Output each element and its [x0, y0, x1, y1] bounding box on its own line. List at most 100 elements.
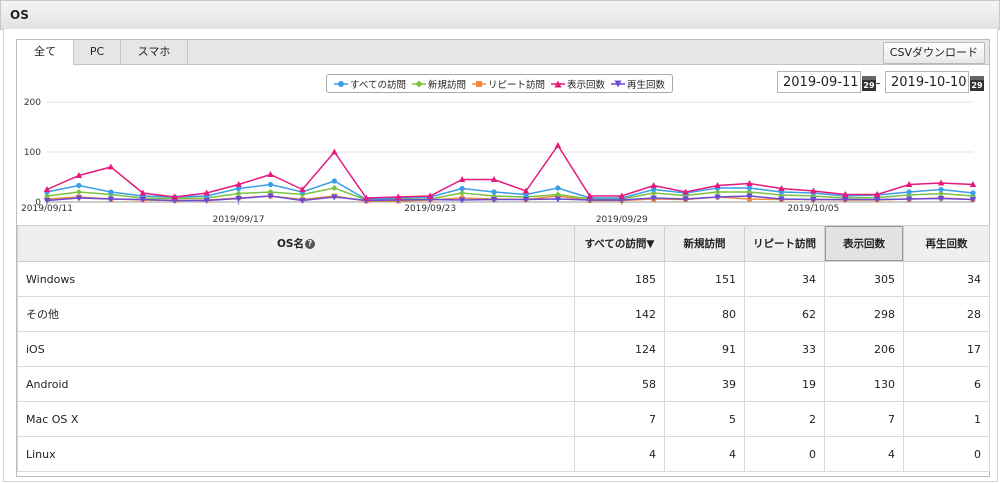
table-row: Mac OS X 7 5 2 7 1 [17, 401, 990, 437]
repeat-visits-cell: 34 [744, 261, 825, 297]
line-chart: 01002002019/09/112019/09/172019/09/23201… [21, 98, 977, 224]
data-point [746, 185, 753, 191]
x-tick-label: 2019/09/11 [21, 204, 73, 214]
table-row: Linux 4 4 0 4 0 [17, 436, 990, 472]
header-new-visits[interactable]: 新規訪問 [664, 225, 745, 262]
data-point [650, 182, 657, 188]
series-line [46, 144, 974, 199]
help-icon[interactable]: ? [305, 239, 315, 249]
data-point [76, 182, 82, 189]
legend-item-views[interactable]: 表示回数 [551, 77, 605, 91]
x-tick-label: 2019/09/29 [596, 215, 648, 224]
data-point [459, 185, 465, 192]
end-date-input[interactable]: 2019-10-10 [885, 71, 969, 93]
repeat-visits-cell: 62 [744, 296, 825, 332]
data-point [267, 171, 274, 177]
os-table: OS名? すべての訪問▼ 新規訪問 リピート訪問 表示回数 再生回数 Windo… [17, 225, 990, 472]
views-cell: 130 [824, 366, 904, 402]
plays-cell: 17 [903, 331, 990, 367]
plays-cell: 0 [903, 436, 990, 472]
views-cell: 298 [824, 296, 904, 332]
all-visits-cell: 7 [574, 401, 665, 437]
os-name-cell: iOS [17, 331, 575, 367]
os-name-cell: その他 [17, 296, 575, 332]
views-cell: 206 [824, 331, 904, 367]
legend-label: 新規訪問 [427, 79, 466, 91]
plays-cell: 6 [903, 366, 990, 402]
header-repeat-visits[interactable]: リピート訪問 [744, 225, 825, 262]
legend-label: 再生回数 [627, 79, 666, 91]
data-point [267, 181, 274, 188]
all-visits-cell: 185 [574, 261, 665, 297]
os-name-cell: Windows [17, 261, 575, 297]
all-visits-cell: 4 [574, 436, 665, 472]
repeat-visits-cell: 33 [744, 331, 825, 367]
tab-bar: 全て PC スマホ CSVダウンロード [17, 40, 989, 65]
all-visits-cell: 58 [574, 366, 665, 402]
x-tick-label: 2019/09/23 [404, 204, 456, 214]
new-visits-cell: 91 [664, 331, 745, 367]
date-separator: - [876, 76, 881, 90]
views-cell: 305 [824, 261, 904, 297]
data-point [554, 142, 562, 148]
all-visits-cell: 124 [574, 331, 665, 367]
table-header-row: OS名? すべての訪問▼ 新規訪問 リピート訪問 表示回数 再生回数 [17, 225, 990, 262]
views-cell: 4 [824, 436, 904, 472]
data-point [938, 186, 944, 193]
legend-item-new-visits[interactable]: 新規訪問 [411, 77, 466, 91]
header-os-name[interactable]: OS名? [17, 225, 575, 262]
plays-cell: 28 [903, 296, 990, 332]
plays-cell: 1 [903, 401, 990, 437]
legend-label: すべての訪問 [350, 79, 406, 91]
new-visits-cell: 4 [664, 436, 745, 472]
plays-cell: 34 [903, 261, 990, 297]
data-point [906, 189, 912, 195]
x-tick-label: 2019/10/05 [787, 204, 839, 214]
views-cell: 7 [824, 401, 904, 437]
data-point [491, 189, 497, 195]
legend-label: リピート訪問 [487, 79, 545, 91]
legend-item-repeat-visits[interactable]: リピート訪問 [471, 77, 545, 91]
tab-all[interactable]: 全て [17, 40, 74, 65]
start-date-input[interactable]: 2019-09-11 [777, 71, 861, 93]
new-visits-cell: 39 [664, 366, 745, 402]
all-visits-cell: 142 [574, 296, 665, 332]
table-row: その他 142 80 62 298 28 [17, 296, 990, 332]
data-point [107, 163, 115, 170]
y-tick-label: 100 [24, 148, 41, 158]
new-visits-cell: 80 [664, 296, 745, 332]
repeat-visits-cell: 19 [744, 366, 825, 402]
os-name-cell: Linux [17, 436, 575, 472]
y-tick-label: 200 [24, 98, 41, 108]
new-visits-cell: 5 [664, 401, 745, 437]
header-all-visits[interactable]: すべての訪問▼ [574, 225, 665, 262]
calendar-icon[interactable]: 29 [862, 76, 876, 91]
data-point [331, 178, 337, 184]
csv-download-button[interactable]: CSVダウンロード [882, 42, 985, 64]
calendar-icon[interactable]: 29 [970, 76, 984, 91]
tab-pc[interactable]: PC [74, 40, 121, 64]
report-container: 全て PC スマホ CSVダウンロード すべての訪問 新規訪問 リピート訪問 表… [16, 39, 990, 477]
table-row: iOS 124 91 33 206 17 [17, 331, 990, 367]
os-name-cell: Mac OS X [17, 401, 575, 437]
table-row: Android 58 39 19 130 6 [17, 366, 990, 402]
new-visits-cell: 151 [664, 261, 745, 297]
repeat-visits-cell: 0 [744, 436, 825, 472]
table-row: Windows 185 151 34 305 34 [17, 261, 990, 297]
panel-body: 全て PC スマホ CSVダウンロード すべての訪問 新規訪問 リピート訪問 表… [3, 29, 998, 482]
data-point [555, 185, 561, 191]
header-views[interactable]: 表示回数 [824, 225, 904, 262]
legend-label: 表示回数 [567, 79, 606, 91]
legend-item-all-visits[interactable]: すべての訪問 [334, 77, 406, 91]
panel-title: OS [10, 8, 29, 22]
tab-smartphone[interactable]: スマホ [121, 40, 188, 64]
data-point [108, 189, 114, 195]
data-point [970, 190, 976, 196]
chart-legend: すべての訪問 新規訪問 リピート訪問 表示回数 再生回数 [326, 74, 674, 93]
legend-item-plays[interactable]: 再生回数 [611, 77, 665, 91]
header-plays[interactable]: 再生回数 [903, 225, 990, 262]
panel-header: OS [0, 0, 1000, 30]
data-point [331, 185, 338, 191]
repeat-visits-cell: 2 [744, 401, 825, 437]
x-tick-label: 2019/09/17 [213, 215, 265, 224]
